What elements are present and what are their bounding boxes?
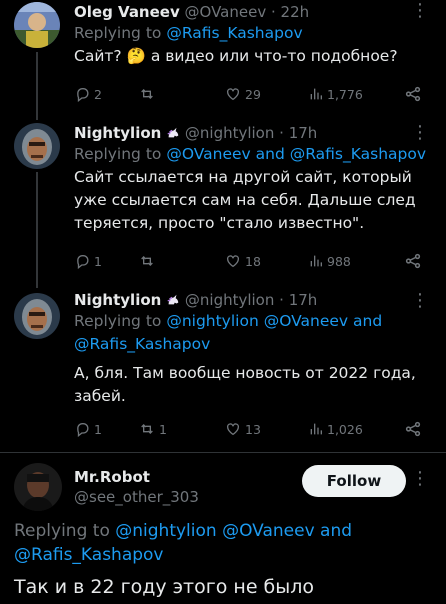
reply-icon: [77, 88, 89, 102]
author-name[interactable]: Nightylion: [74, 124, 161, 142]
replying-to: Replying to @nightylion @OVaneev and @Ra…: [74, 310, 432, 356]
retweet-icon: [141, 256, 153, 266]
retweet-button[interactable]: [138, 86, 224, 102]
mention-link[interactable]: @nightylion @OVaneev and: [166, 312, 382, 330]
reply-icon: [77, 255, 89, 269]
reply-count: 1: [94, 421, 102, 437]
tweet-text: А, бля. Там вообще новость от 2022 года,…: [74, 364, 416, 405]
mention-link[interactable]: @OVaneev and @Rafis_Kashapov: [166, 145, 426, 163]
reply-icon: [77, 423, 89, 437]
avatar[interactable]: [14, 463, 62, 511]
like-count: 18: [245, 253, 261, 269]
views-icon: [310, 88, 322, 100]
view-count: 988: [327, 253, 351, 269]
reply-button[interactable]: 2: [74, 86, 138, 102]
more-options-icon[interactable]: ⋮: [411, 468, 430, 489]
author-handle[interactable]: @OVaneev: [185, 3, 267, 21]
mention-link[interactable]: @Rafis_Kashapov: [74, 333, 432, 356]
action-bar: 1 18 988: [74, 251, 432, 271]
view-count: 1,026: [327, 421, 363, 437]
views-icon: [310, 255, 322, 267]
follow-button[interactable]: Follow: [302, 465, 406, 497]
author-handle[interactable]: @nightylion: [185, 291, 274, 309]
retweet-icon: [141, 424, 153, 434]
mention-link[interactable]: @Rafis_Kashapov: [166, 24, 302, 42]
views-button[interactable]: 988: [308, 253, 404, 269]
unicorn-icon: [167, 294, 179, 305]
avatar[interactable]: [14, 123, 60, 169]
timestamp[interactable]: 17h: [289, 124, 318, 142]
author-name[interactable]: Nightylion: [74, 291, 161, 309]
retweet-button[interactable]: [138, 253, 224, 269]
timestamp[interactable]: 22h: [281, 3, 310, 21]
views-button[interactable]: 1,776: [308, 86, 404, 102]
share-button[interactable]: [404, 252, 422, 270]
views-icon: [310, 423, 322, 435]
like-button[interactable]: 29: [224, 86, 308, 102]
thinking-face-emoji: 🤔: [126, 47, 146, 65]
separator-dot: ·: [274, 291, 289, 309]
tweet-text: Сайт? 🤔 а видео или что-то подобное?: [74, 47, 398, 65]
share-icon: [405, 86, 421, 102]
author-name[interactable]: Oleg Vaneev: [74, 3, 180, 21]
more-options-icon[interactable]: ⋮: [411, 290, 430, 311]
share-icon: [405, 253, 421, 269]
retweet-button[interactable]: 1: [138, 421, 224, 437]
reply-button[interactable]: 1: [74, 253, 138, 269]
author-handle[interactable]: @nightylion: [185, 124, 274, 142]
share-button[interactable]: [404, 85, 422, 103]
like-count: 29: [245, 86, 261, 102]
reply-count: 2: [94, 86, 102, 102]
separator-dot: ·: [274, 124, 289, 142]
action-bar: 2 29 1,776: [74, 84, 432, 104]
heart-icon: [227, 423, 239, 436]
avatar[interactable]: [14, 293, 60, 339]
mention-link[interactable]: @Rafis_Kashapov: [14, 543, 352, 567]
replying-to: Replying to @OVaneev and @Rafis_Kashapov: [74, 145, 427, 163]
more-options-icon[interactable]: ⋮: [411, 0, 430, 21]
mention-link[interactable]: @nightylion @OVaneev and: [115, 521, 352, 541]
separator-dot: ·: [266, 3, 281, 21]
focused-tweet: Mr.Robot @see_other_303 Follow ⋮ Replyin…: [0, 453, 446, 604]
view-count: 1,776: [327, 86, 363, 102]
action-bar: 1 1 13 1,026: [74, 419, 432, 439]
more-options-icon[interactable]: ⋮: [411, 122, 430, 143]
avatar[interactable]: [14, 2, 60, 48]
like-count: 13: [245, 421, 261, 437]
like-button[interactable]: 13: [224, 421, 308, 437]
author-handle[interactable]: @see_other_303: [74, 487, 199, 507]
reply-button[interactable]: 1: [74, 421, 138, 437]
views-button[interactable]: 1,026: [308, 421, 404, 437]
replying-to: Replying to @nightylion @OVaneev and @Ra…: [14, 521, 353, 567]
like-button[interactable]: 18: [224, 253, 308, 269]
unicorn-icon: [167, 127, 179, 138]
share-button[interactable]: [404, 420, 422, 438]
retweet-icon: [141, 89, 153, 99]
retweet-count: 1: [159, 421, 167, 437]
heart-icon: [227, 255, 239, 268]
share-icon: [405, 421, 421, 437]
reply-count: 1: [94, 253, 102, 269]
heart-icon: [227, 88, 239, 101]
author-name[interactable]: Mr.Robot: [74, 467, 199, 487]
replying-to: Replying to @Rafis_Kashapov: [74, 24, 303, 42]
tweet-text: Сайт ссылается на другой сайт, который у…: [74, 168, 416, 232]
timestamp[interactable]: 17h: [289, 291, 318, 309]
tweet-text: Так и в 22 году этого не было: [14, 576, 315, 598]
